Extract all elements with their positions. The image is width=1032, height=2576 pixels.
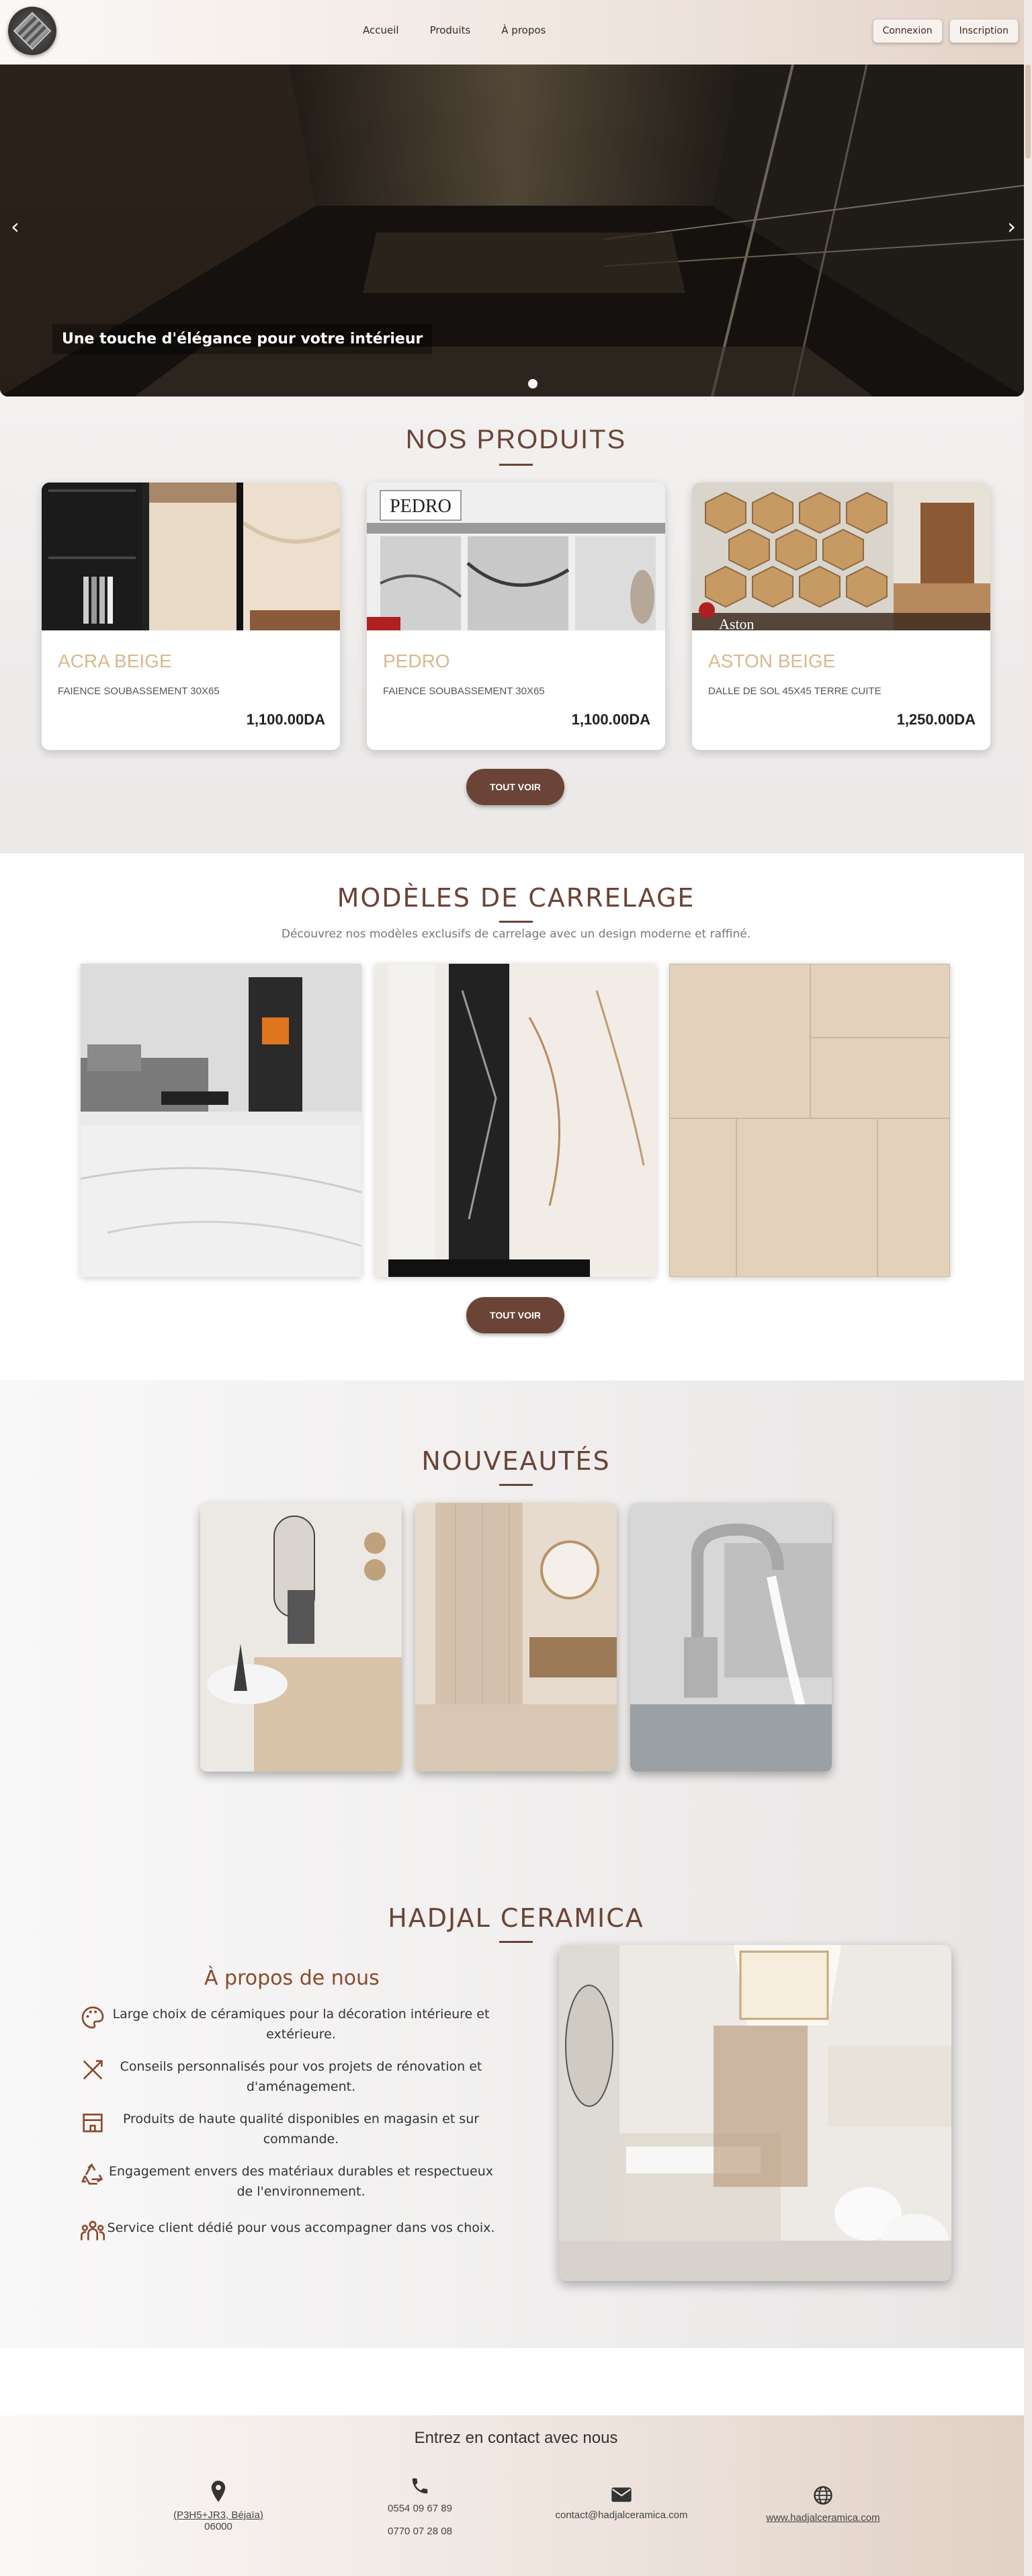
product-price: 1,250.00DA [896,711,976,728]
envelope-icon [611,2487,632,2502]
about-subtitle: À propos de nous [204,1966,380,1990]
feature-text: Large choix de céramiques pour la décora… [112,2007,490,2042]
address-link[interactable]: (P3H5+JR3, Béjaïa) [173,2509,263,2521]
product-desc: FAIENCE SOUBASSEMENT 30X65 [58,685,220,697]
palette-icon [81,2006,104,2029]
logo[interactable] [8,7,56,55]
product-card[interactable]: Aston ASTON BEIGE DALLE DE SOL 45X45 TER… [692,483,990,750]
nav-link-a-propos[interactable]: À propos [501,24,546,36]
footer-address: (P3H5+JR3, Béjaïa) 06000 [155,2480,282,2532]
model-image[interactable] [669,964,950,1277]
location-pin-icon [211,2481,226,2502]
product-price: 1,100.00DA [571,711,650,728]
product-desc: FAIENCE SOUBASSEMENT 30X65 [383,685,545,697]
nouveautes-title-underline [499,1484,533,1486]
carousel-dot[interactable] [528,379,538,388]
modeles-title: MODÈLES DE CARRELAGE [337,883,695,913]
address-postcode: 06000 [204,2521,232,2532]
phone-icon [412,2478,428,2494]
site-header: Accueil Produits À propos Connexion Insc… [0,0,1032,65]
main-nav: Accueil Produits À propos [363,24,546,36]
signup-button[interactable]: Inscription [949,19,1019,43]
feature-text: Engagement envers des matériaux durables… [108,2164,494,2199]
product-desc: DALLE DE SOL 45X45 TERRE CUITE [708,685,882,697]
new-item-image[interactable] [415,1503,617,1772]
feature-item: Engagement envers des matériaux durables… [79,2161,496,2202]
feature-item: Produits de haute qualité disponibles en… [79,2109,496,2149]
store-icon [83,2114,103,2132]
feature-text: Conseils personnalisés pour vos projets … [120,2059,482,2094]
products-see-all-button[interactable]: TOUT VOIR [466,769,564,805]
product-image-acra [42,483,340,630]
hero-caption: Une touche d'élégance pour votre intérie… [52,324,433,354]
logo-tile-icon [13,11,52,50]
aston-image-label: Aston [719,616,755,630]
phone-1[interactable]: 0554 09 67 89 [388,2503,452,2514]
feature-item: Large choix de céramiques pour la décora… [79,2004,496,2044]
website-link[interactable]: www.hadjalceramica.com [766,2512,879,2524]
scrollbar-thumb[interactable] [1025,65,1031,159]
about-title: HADJAL CERAMICA [388,1903,644,1933]
tools-icon [83,2060,103,2080]
product-name: ACRA BEIGE [58,651,172,671]
hero-next-arrow-icon[interactable]: › [1007,216,1016,237]
nav-link-accueil[interactable]: Accueil [363,24,399,36]
phone-2[interactable]: 0770 07 28 08 [388,2526,452,2537]
model-image[interactable] [375,964,656,1277]
login-button[interactable]: Connexion [872,19,943,43]
auth-buttons: Connexion Inscription [872,19,1019,43]
product-image-pedro: PEDRO [367,483,665,630]
product-name: PEDRO [383,651,450,671]
globe-icon [814,2486,832,2505]
feature-text: Service client dédié pour vous accompagn… [107,2220,495,2235]
about-title-underline [499,1941,533,1943]
footer-website: www.hadjalceramica.com [746,2485,900,2524]
nouveautes-title: NOUVEAUTÉS [421,1446,611,1476]
feature-item: Conseils personnalisés pour vos projets … [79,2056,496,2097]
feature-text: Produits de haute qualité disponibles en… [122,2112,480,2147]
product-card[interactable]: PEDRO PEDRO FAIENCE SOUBASSEMENT 30X65 1… [367,483,665,750]
modeles-see-all-button[interactable]: TOUT VOIR [466,1297,564,1333]
spacer [0,2348,1032,2415]
modeles-title-underline [499,921,533,923]
product-name: ASTON BEIGE [708,651,836,671]
footer-title: Entrez en contact avec nous [414,2429,618,2447]
pedro-image-label: PEDRO [390,496,452,517]
hero-prev-arrow-icon[interactable]: ‹ [11,216,19,237]
new-item-image[interactable] [200,1503,402,1772]
feature-item: Service client dédié pour vous accompagn… [79,2218,496,2245]
nav-link-produits[interactable]: Produits [430,24,471,36]
products-title-underline [499,464,533,466]
products-title: NOS PRODUITS [405,425,627,454]
recycle-icon [81,2163,103,2185]
people-icon [81,2220,105,2241]
footer-email: contact@hadjalceramica.com [544,2487,699,2521]
email-address[interactable]: contact@hadjalceramica.com [556,2509,688,2521]
footer-phones: 0554 09 67 89 0770 07 28 08 [356,2476,484,2537]
page-scrollbar[interactable] [1024,0,1032,2576]
new-item-image[interactable] [630,1503,832,1772]
product-price: 1,100.00DA [246,711,325,728]
product-image-aston: Aston [692,483,990,630]
about-image [559,1945,951,2281]
model-image[interactable] [81,964,361,1277]
hero-carousel: Une touche d'élégance pour votre intérie… [0,65,1024,397]
product-card[interactable]: ACRA BEIGE FAIENCE SOUBASSEMENT 30X65 1,… [42,483,340,750]
modeles-subtitle: Découvrez nos modèles exclusifs de carre… [281,927,751,941]
